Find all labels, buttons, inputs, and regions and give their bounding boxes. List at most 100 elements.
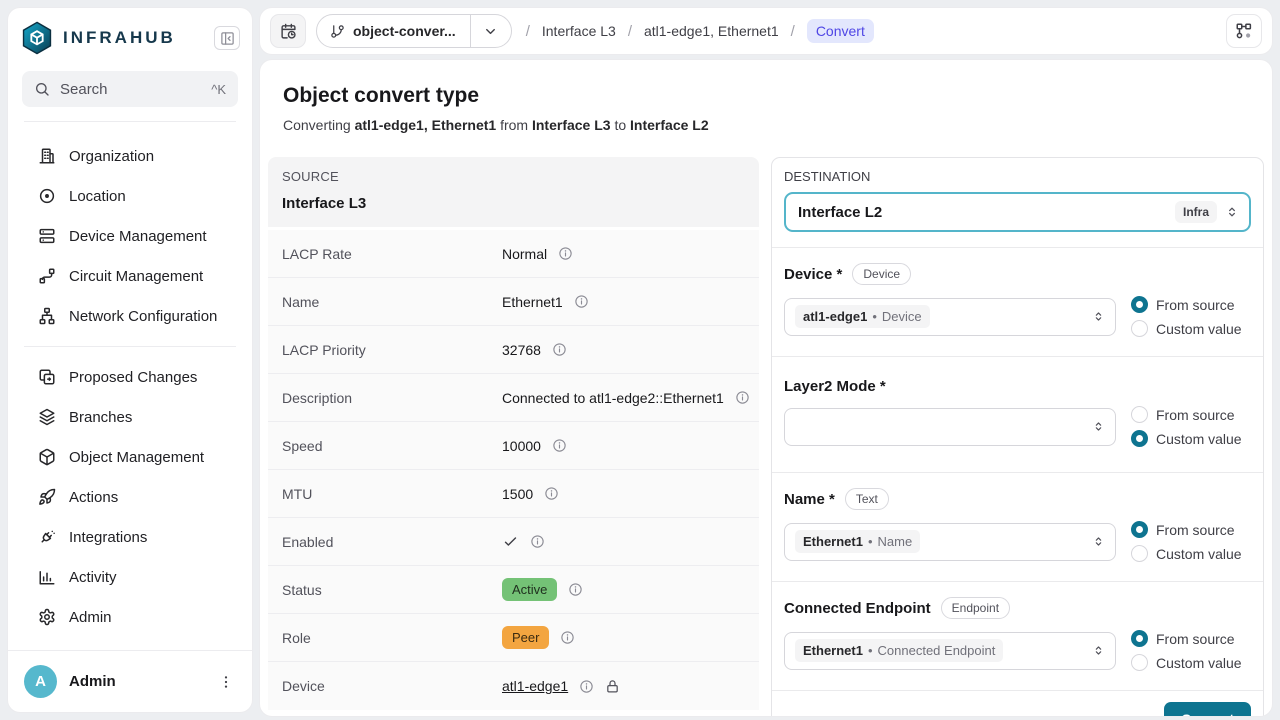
radio-label: From source xyxy=(1156,522,1235,538)
custom-value-option[interactable]: Custom value xyxy=(1131,545,1242,562)
sidebar-item-device-management[interactable]: Device Management xyxy=(8,216,252,256)
source-row-lacp-rate: LACP Rate Normal xyxy=(268,230,759,278)
user-menu-button[interactable] xyxy=(216,672,236,692)
value-mode-radios: From source Custom value xyxy=(1131,296,1242,337)
search-input[interactable]: Search ^K xyxy=(22,71,238,107)
destination-type-value: Interface L2 xyxy=(798,204,1175,221)
radio-selected xyxy=(1131,430,1148,447)
info-icon[interactable] xyxy=(530,534,545,549)
info-icon[interactable] xyxy=(568,582,583,597)
radio-unselected xyxy=(1131,320,1148,337)
subtitle-from-word: from xyxy=(500,117,528,133)
convert-button[interactable]: Convert xyxy=(1164,702,1251,716)
sidebar: INFRAHUB Search ^K Organization Location xyxy=(8,8,252,712)
destination-footer: Convert xyxy=(772,691,1263,716)
info-icon[interactable] xyxy=(735,390,750,405)
logo[interactable]: INFRAHUB xyxy=(8,8,252,69)
page-title: Object convert type xyxy=(283,84,1264,108)
value-mode-radios: From source Custom value xyxy=(1131,521,1242,562)
source-row-status: Status Active xyxy=(268,566,759,614)
field-connected-endpoint: Connected Endpoint Endpoint Ethernet1 • … xyxy=(772,582,1263,691)
subtitle-source-type: Interface L3 xyxy=(532,117,611,133)
bar-chart-icon xyxy=(38,568,56,586)
panel-collapse-icon xyxy=(220,31,235,46)
schema-graph-button[interactable] xyxy=(1226,14,1262,48)
server-icon xyxy=(38,227,56,245)
device-link[interactable]: atl1-edge1 xyxy=(502,678,568,694)
info-icon[interactable] xyxy=(558,246,573,261)
branch-name: object-conver... xyxy=(353,23,456,39)
gear-icon xyxy=(38,608,56,626)
field-label: Device * xyxy=(784,266,842,283)
attribute-label: LACP Rate xyxy=(282,246,502,262)
connected-endpoint-select[interactable]: Ethernet1 • Connected Endpoint xyxy=(784,632,1116,670)
selected-value: Ethernet1 xyxy=(803,534,863,549)
kebab-menu-icon xyxy=(218,674,234,690)
sidebar-item-label: Device Management xyxy=(69,228,207,245)
breadcrumb-item-object[interactable]: atl1-edge1, Ethernet1 xyxy=(644,23,779,39)
info-icon[interactable] xyxy=(579,679,594,694)
info-icon[interactable] xyxy=(560,630,575,645)
network-icon xyxy=(38,307,56,325)
attribute-label: Name xyxy=(282,294,502,310)
attribute-value: 32768 xyxy=(502,342,541,358)
time-travel-button[interactable] xyxy=(270,14,306,48)
breadcrumb: / Interface L3 / atl1-edge1, Ethernet1 /… xyxy=(526,19,874,43)
custom-value-option[interactable]: Custom value xyxy=(1131,320,1242,337)
sidebar-item-activity[interactable]: Activity xyxy=(8,557,252,597)
breadcrumb-item-schema[interactable]: Interface L3 xyxy=(542,23,616,39)
from-source-option[interactable]: From source xyxy=(1131,521,1242,538)
search-placeholder: Search xyxy=(60,81,211,98)
sidebar-item-integrations[interactable]: Integrations xyxy=(8,517,252,557)
layers-icon xyxy=(38,408,56,426)
sidebar-item-proposed-changes[interactable]: Proposed Changes xyxy=(8,357,252,397)
sidebar-item-label: Admin xyxy=(69,609,112,626)
info-icon[interactable] xyxy=(574,294,589,309)
name-select[interactable]: Ethernet1 • Name xyxy=(784,523,1116,561)
radio-label: Custom value xyxy=(1156,431,1242,447)
breadcrumb-separator: / xyxy=(628,23,632,40)
breadcrumb-separator: / xyxy=(526,23,530,40)
sidebar-item-location[interactable]: Location xyxy=(8,176,252,216)
device-select[interactable]: atl1-edge1 • Device xyxy=(784,298,1116,336)
radio-label: Custom value xyxy=(1156,655,1242,671)
sidebar-item-organization[interactable]: Organization xyxy=(8,136,252,176)
branch-selector[interactable]: object-conver... xyxy=(316,14,512,48)
info-icon[interactable] xyxy=(552,438,567,453)
custom-value-option[interactable]: Custom value xyxy=(1131,654,1242,671)
field-label: Name * xyxy=(784,491,835,508)
sidebar-item-object-management[interactable]: Object Management xyxy=(8,437,252,477)
custom-value-option[interactable]: Custom value xyxy=(1131,430,1242,447)
selected-value-pill: Ethernet1 • Name xyxy=(795,530,920,553)
sidebar-item-branches[interactable]: Branches xyxy=(8,397,252,437)
layer2-mode-select[interactable] xyxy=(784,408,1116,446)
attribute-value: Connected to atl1-edge2::Ethernet1 xyxy=(502,390,724,406)
from-source-option[interactable]: From source xyxy=(1131,296,1242,313)
from-source-option[interactable]: From source xyxy=(1131,406,1242,423)
radio-selected xyxy=(1131,296,1148,313)
sidebar-collapse-button[interactable] xyxy=(214,26,240,50)
source-row-mtu: MTU 1500 xyxy=(268,470,759,518)
info-icon[interactable] xyxy=(552,342,567,357)
source-row-lacp-priority: LACP Priority 32768 xyxy=(268,326,759,374)
attribute-label: Description xyxy=(282,390,502,406)
sidebar-item-actions[interactable]: Actions xyxy=(8,477,252,517)
radio-label: From source xyxy=(1156,297,1235,313)
sidebar-item-network-configuration[interactable]: Network Configuration xyxy=(8,296,252,336)
selected-value-pill: Ethernet1 • Connected Endpoint xyxy=(795,639,1003,662)
git-branch-icon xyxy=(330,24,345,39)
sidebar-item-circuit-management[interactable]: Circuit Management xyxy=(8,256,252,296)
sidebar-item-admin[interactable]: Admin xyxy=(8,597,252,637)
attribute-label: MTU xyxy=(282,486,502,502)
destination-type-select[interactable]: Interface L2 Infra xyxy=(784,192,1251,232)
attribute-label: Speed xyxy=(282,438,502,454)
from-source-option[interactable]: From source xyxy=(1131,630,1242,647)
branch-dropdown-button[interactable] xyxy=(471,15,511,47)
plug-icon xyxy=(38,528,56,546)
sidebar-item-label: Network Configuration xyxy=(69,308,217,325)
sidebar-item-label: Object Management xyxy=(69,449,204,466)
status-badge: Active xyxy=(502,578,557,601)
source-row-device: Device atl1-edge1 xyxy=(268,662,759,710)
user-name: Admin xyxy=(69,673,216,690)
info-icon[interactable] xyxy=(544,486,559,501)
